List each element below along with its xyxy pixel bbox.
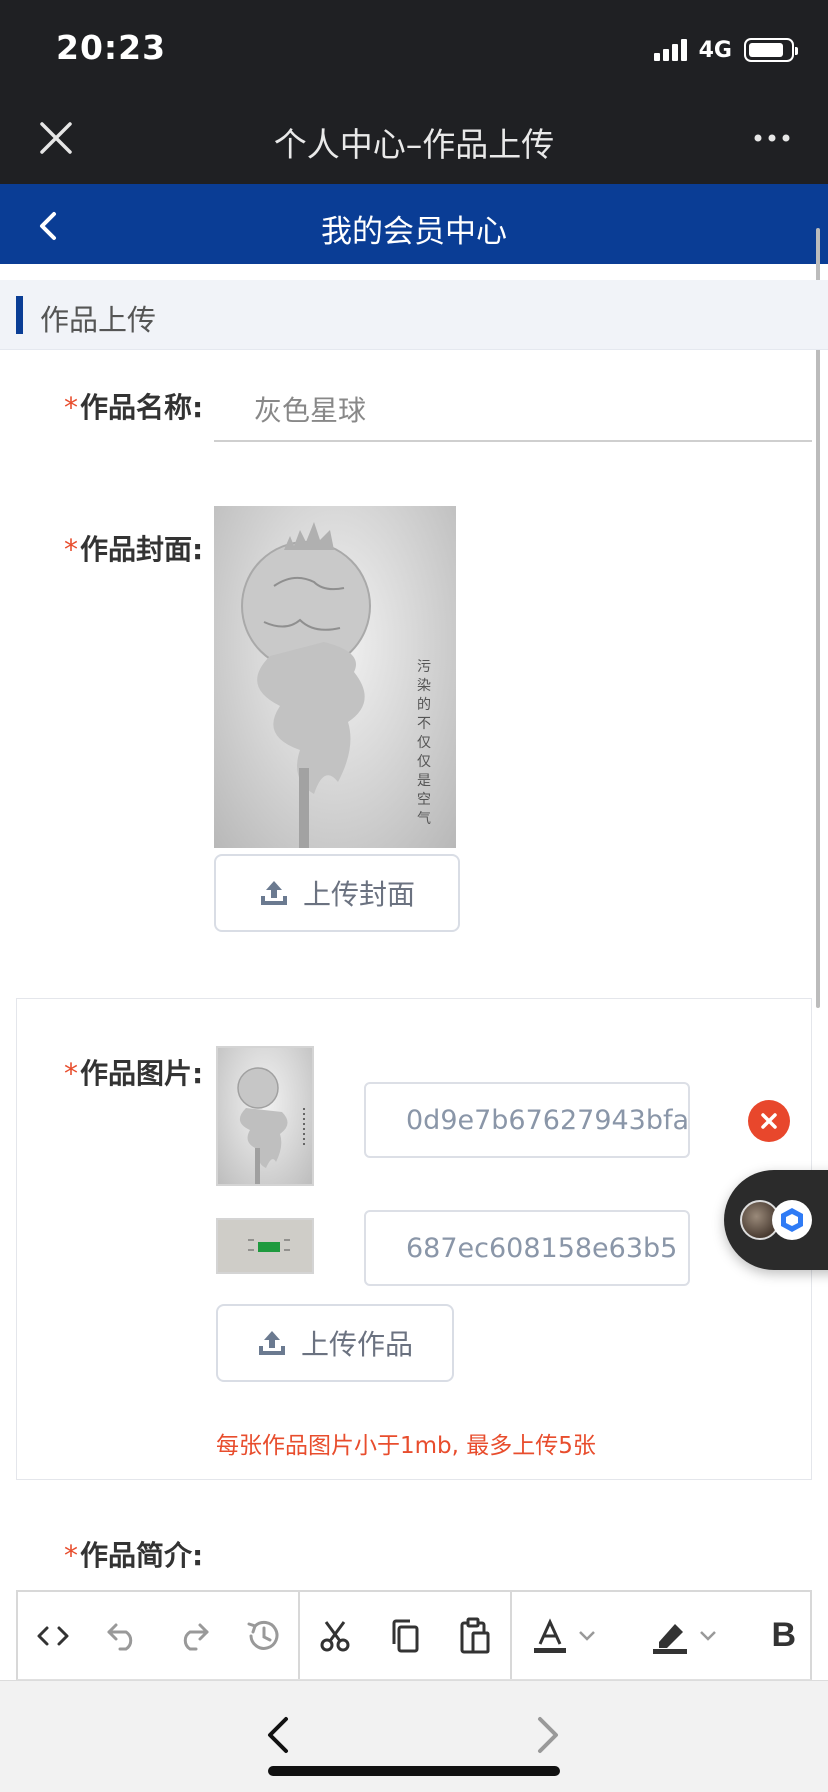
editor-toolbar: B	[16, 1590, 812, 1680]
history-icon[interactable]	[228, 1591, 298, 1681]
work-name-input[interactable]: 灰色星球	[214, 378, 812, 442]
work-name-label: *作品名称:	[64, 391, 204, 424]
upload-icon	[258, 1331, 285, 1355]
bold-icon[interactable]: B	[771, 1616, 796, 1655]
work-image-thumbnail[interactable]	[216, 1218, 314, 1274]
signal-icon	[653, 39, 687, 61]
work-images-label: *作品图片:	[64, 1057, 204, 1090]
back-arrow-icon[interactable]	[264, 1715, 292, 1755]
toolbar-group-history	[18, 1592, 300, 1679]
toolbar-group-clipboard	[300, 1592, 512, 1679]
text-color-button[interactable]	[512, 1617, 596, 1654]
highlighter-icon	[652, 1623, 687, 1654]
network-type: 4G	[698, 37, 732, 63]
cut-icon[interactable]	[300, 1591, 370, 1681]
section-header: 作品上传	[0, 280, 828, 350]
app-logo-icon	[772, 1200, 812, 1240]
text-color-icon	[534, 1617, 566, 1653]
home-indicator[interactable]	[268, 1766, 560, 1776]
upload-work-button[interactable]: 上传作品	[216, 1304, 454, 1382]
status-time: 20:23	[56, 28, 167, 67]
work-cover-label: *作品封面:	[64, 533, 204, 566]
forward-arrow-icon[interactable]	[534, 1715, 562, 1755]
toolbar-group-format: B	[512, 1592, 810, 1679]
more-icon[interactable]	[752, 126, 792, 150]
copy-icon[interactable]	[370, 1591, 440, 1681]
upload-hint: 每张作品图片小于1mb, 最多上传5张	[216, 1433, 596, 1459]
wechat-page-title: 个人中心–作品上传	[273, 125, 555, 164]
chevron-down-icon	[579, 1630, 595, 1641]
upload-cover-button[interactable]: 上传封面	[214, 854, 460, 932]
chevron-down-icon	[699, 1630, 716, 1641]
work-image-filename[interactable]: 0d9e7b67627943bfa	[364, 1082, 690, 1158]
work-image-filename[interactable]: 687ec608158e63b5	[364, 1210, 690, 1286]
cover-caption: 污染的不仅仅是空气	[417, 659, 431, 827]
status-icons: 4G	[653, 36, 798, 64]
work-intro-label: *作品简介:	[64, 1539, 204, 1572]
highlight-color-button[interactable]	[651, 1618, 717, 1654]
paste-icon[interactable]	[440, 1591, 510, 1681]
code-icon[interactable]	[18, 1591, 88, 1681]
close-icon	[761, 1113, 777, 1129]
redo-icon[interactable]	[158, 1591, 228, 1681]
delete-image-button[interactable]	[748, 1100, 790, 1142]
cover-image: 污染的不仅仅是空气	[214, 506, 456, 848]
section-accent-bar	[16, 296, 23, 334]
member-center-title: 我的会员中心	[321, 214, 507, 250]
floating-assistant[interactable]	[724, 1170, 828, 1270]
battery-icon	[744, 38, 798, 62]
undo-icon[interactable]	[88, 1591, 158, 1681]
upload-icon	[260, 881, 287, 905]
work-image-thumbnail[interactable]	[216, 1046, 314, 1186]
section-title: 作品上传	[40, 303, 157, 337]
